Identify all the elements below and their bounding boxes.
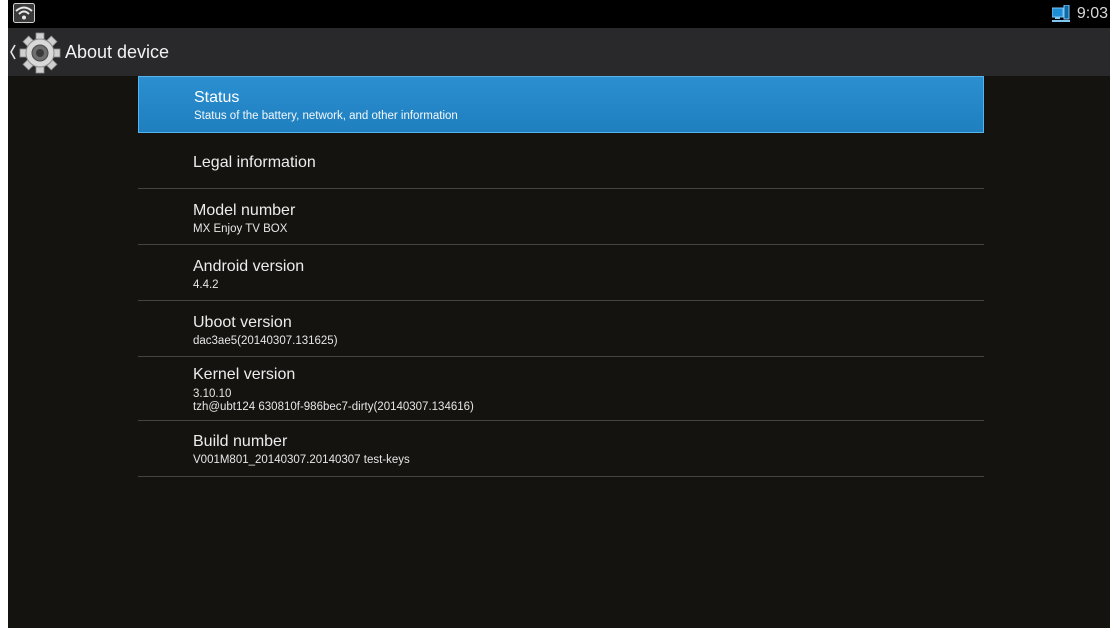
settings-list: Status Status of the battery, network, a… xyxy=(138,76,984,477)
item-summary: 4.4.2 xyxy=(193,279,219,291)
status-bar: 9:03 xyxy=(8,0,1110,28)
item-title: Uboot version xyxy=(193,314,292,331)
device-screen: 9:03 About device Status Status of the b… xyxy=(8,0,1110,628)
network-monitor-icon xyxy=(1051,4,1070,22)
item-title: Kernel version xyxy=(193,366,296,383)
item-summary: V001M801_20140307.20140307 test-keys xyxy=(193,454,410,466)
list-item-android-version[interactable]: Android version 4.4.2 xyxy=(138,245,984,301)
item-summary: dac3ae5(20140307.131625) xyxy=(193,335,338,347)
gear-icon[interactable] xyxy=(19,32,61,74)
action-bar: About device xyxy=(8,28,1110,76)
item-summary-line: 3.10.10 xyxy=(193,388,232,400)
list-item-uboot-version[interactable]: Uboot version dac3ae5(20140307.131625) xyxy=(138,301,984,357)
list-item-status[interactable]: Status Status of the battery, network, a… xyxy=(138,76,984,133)
wifi-icon xyxy=(13,3,35,23)
page-title: About device xyxy=(65,42,170,62)
item-title: Build number xyxy=(193,433,288,450)
list-item-legal-information[interactable]: Legal information xyxy=(138,133,984,189)
item-title: Legal information xyxy=(193,154,316,171)
clock: 9:03 xyxy=(1076,5,1108,22)
chevron-left-icon[interactable] xyxy=(9,44,17,60)
item-title: Android version xyxy=(193,258,305,275)
list-item-kernel-version[interactable]: Kernel version 3.10.10 tzh@ubt124 630810… xyxy=(138,357,984,421)
item-summary: Status of the battery, network, and othe… xyxy=(194,110,458,122)
item-summary: MX Enjoy TV BOX xyxy=(193,223,288,235)
item-title: Model number xyxy=(193,202,296,219)
item-summary-line: tzh@ubt124 630810f-986bec7-dirty(2014030… xyxy=(193,401,474,413)
list-item-model-number[interactable]: Model number MX Enjoy TV BOX xyxy=(138,189,984,245)
list-item-build-number[interactable]: Build number V001M801_20140307.20140307 … xyxy=(138,421,984,477)
item-title: Status xyxy=(194,89,240,106)
